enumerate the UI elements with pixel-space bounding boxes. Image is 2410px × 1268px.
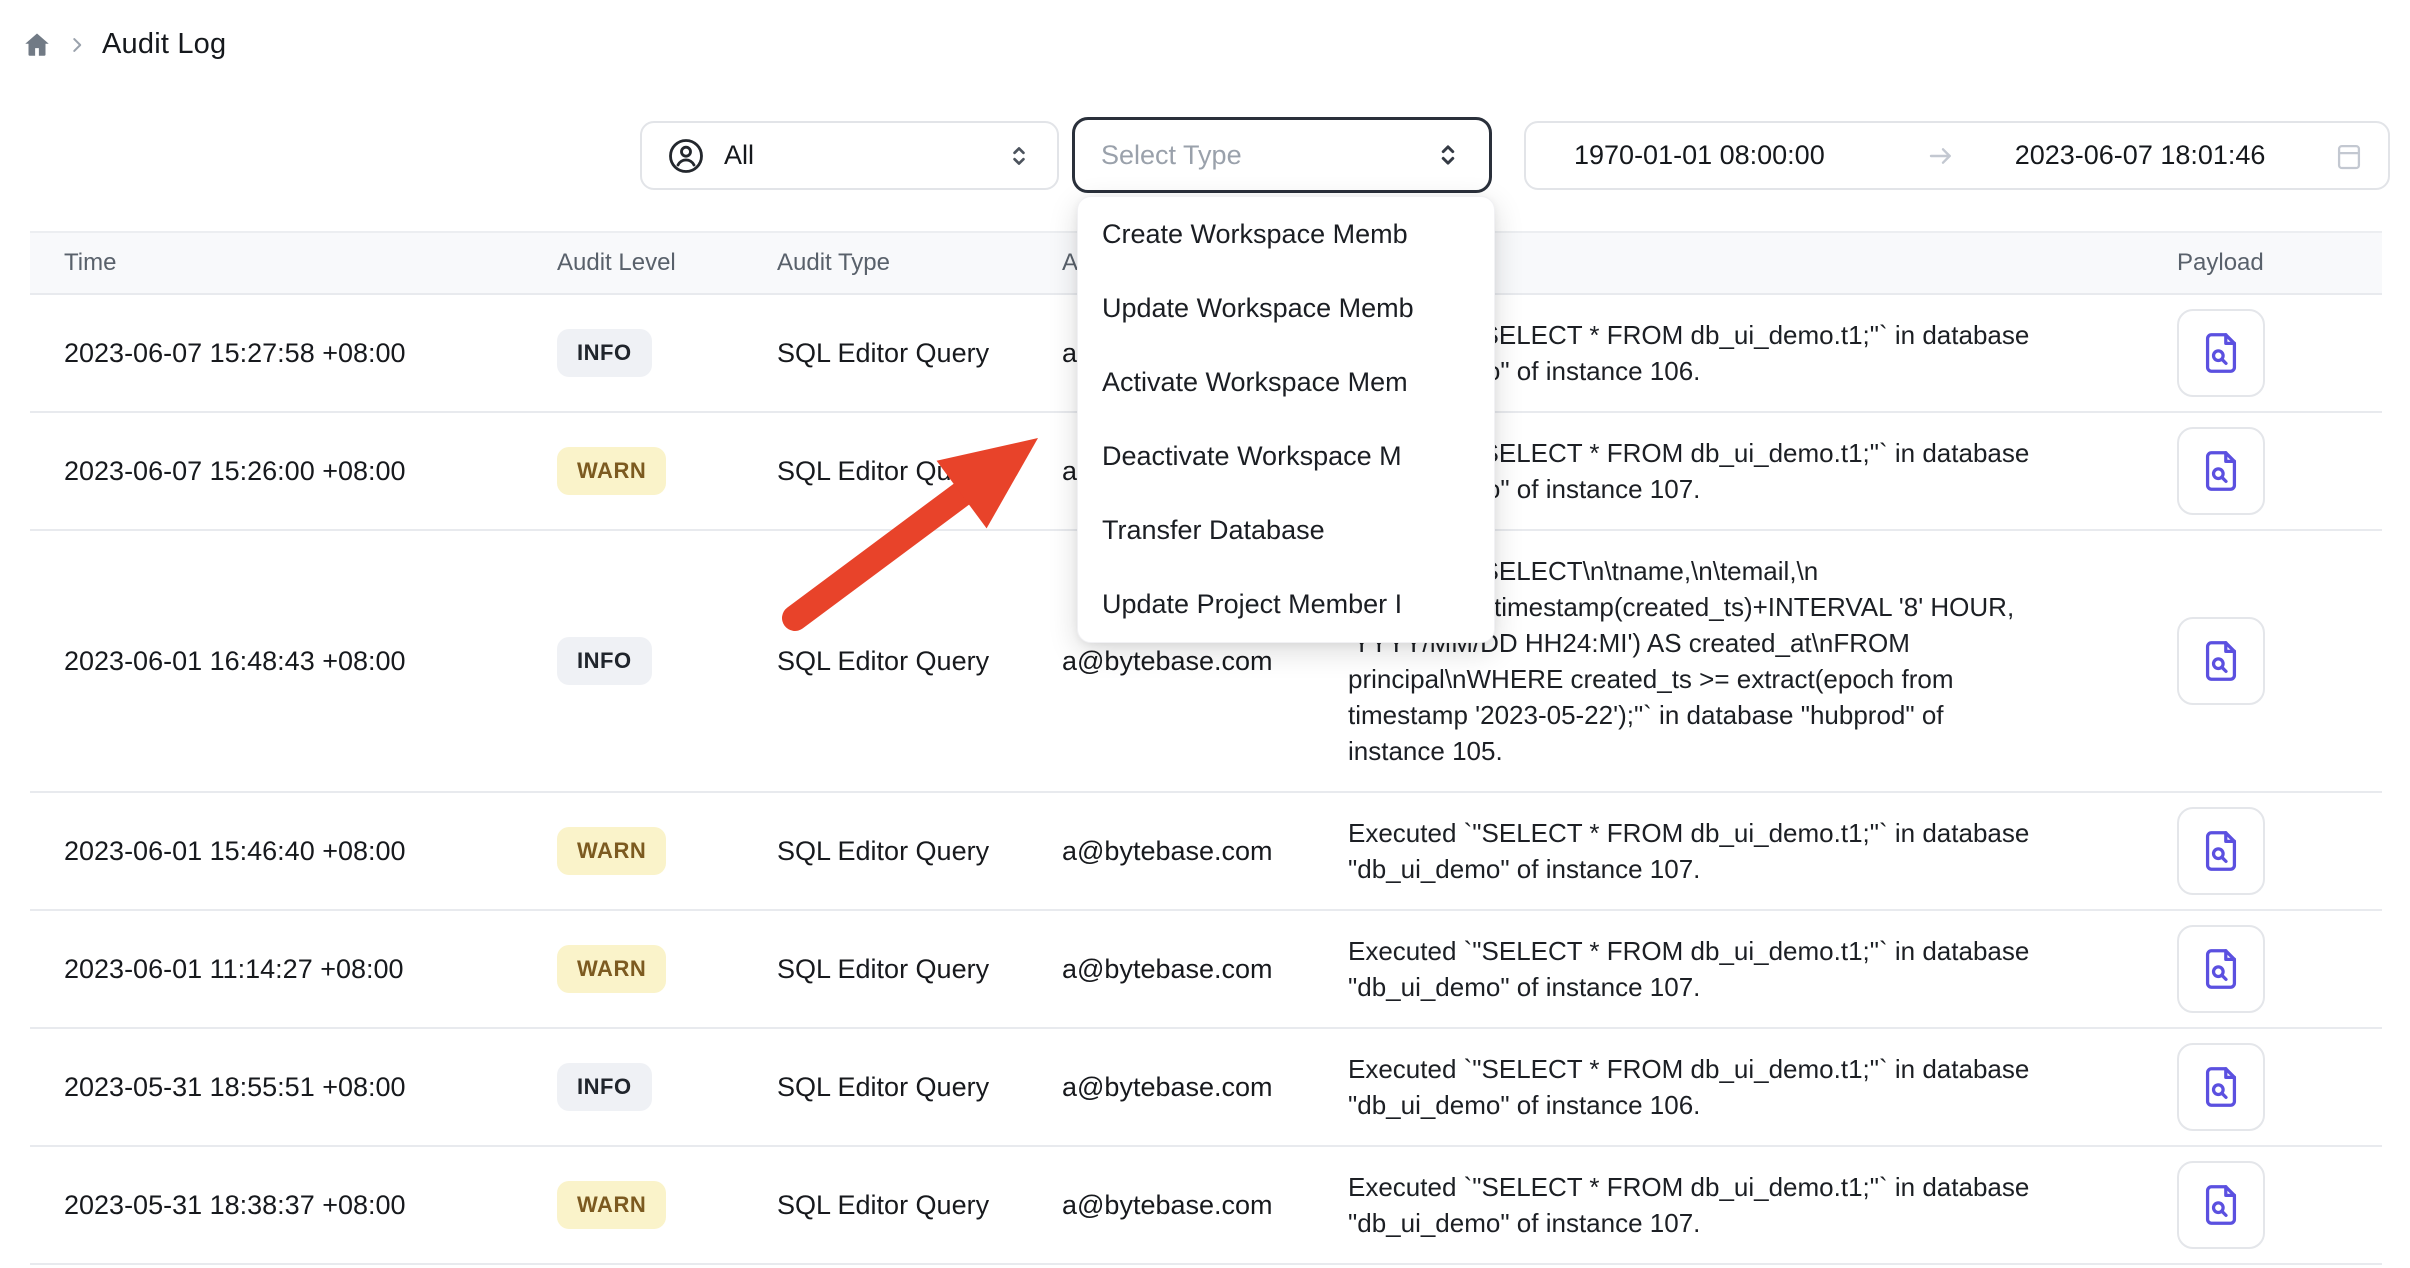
view-payload-button[interactable] [2177, 309, 2265, 397]
file-search-icon [2198, 638, 2244, 684]
column-header-audit-level: Audit Level [557, 249, 777, 277]
audit-level-badge: WARN [557, 945, 666, 993]
column-header-payload: Payload [2177, 249, 2382, 277]
audit-level-badge: WARN [557, 827, 666, 875]
actor-filter-select[interactable]: All [640, 121, 1059, 190]
actor-filter-value: All [724, 140, 754, 171]
file-search-icon [2198, 1064, 2244, 1110]
audit-level-badge: INFO [557, 1063, 652, 1111]
audit-type-cell: SQL Editor Query [777, 456, 1062, 487]
actor-cell: a@bytebase.com [1062, 954, 1348, 985]
type-dropdown-item[interactable]: Activate Workspace Mem [1078, 345, 1494, 419]
file-search-icon [2198, 448, 2244, 494]
actor-cell: a@bytebase.com [1062, 1072, 1348, 1103]
audit-level-badge: INFO [557, 329, 652, 377]
comment-cell: Executed `"SELECT * FROM db_ui_demo.t1;"… [1348, 1147, 2177, 1263]
file-search-icon [2198, 946, 2244, 992]
view-payload-button[interactable] [2177, 807, 2265, 895]
audit-type-cell: SQL Editor Query [777, 1190, 1062, 1221]
view-payload-button[interactable] [2177, 1161, 2265, 1249]
user-circle-icon [666, 136, 706, 176]
table-row: 2023-06-01 11:14:27 +08:00 WARN SQL Edit… [30, 911, 2382, 1029]
file-search-icon [2198, 1182, 2244, 1228]
actor-cell: a@bytebase.com [1062, 1190, 1348, 1221]
type-dropdown-item[interactable]: Deactivate Workspace M [1078, 420, 1494, 494]
date-range-picker[interactable]: 1970-01-01 08:00:00 2023-06-07 18:01:46 [1524, 121, 2390, 190]
arrow-right-icon [1925, 140, 1957, 172]
actor-cell: a@bytebase.com [1062, 836, 1348, 867]
audit-log-page: Audit Log All Select Type 1970-01-01 08:… [0, 0, 2410, 1268]
type-dropdown-item[interactable]: Update Project Member I [1078, 568, 1494, 642]
type-dropdown-item[interactable]: Update Workspace Memb [1078, 271, 1494, 345]
type-filter-placeholder: Select Type [1101, 140, 1242, 171]
actor-cell: a@bytebase.com [1062, 646, 1348, 677]
audit-type-cell: SQL Editor Query [777, 646, 1062, 677]
type-dropdown-item[interactable]: Transfer Database [1078, 494, 1494, 568]
breadcrumb: Audit Log [22, 28, 226, 61]
column-header-audit-type: Audit Type [777, 249, 1062, 277]
view-payload-button[interactable] [2177, 925, 2265, 1013]
time-cell: 2023-06-01 11:14:27 +08:00 [64, 954, 557, 985]
audit-level-badge: WARN [557, 447, 666, 495]
audit-type-cell: SQL Editor Query [777, 954, 1062, 985]
view-payload-button[interactable] [2177, 427, 2265, 515]
time-cell: 2023-06-01 16:48:43 +08:00 [64, 646, 557, 677]
audit-level-badge: WARN [557, 1181, 666, 1229]
view-payload-button[interactable] [2177, 1043, 2265, 1131]
type-dropdown-menu: Create Workspace MembUpdate Workspace Me… [1077, 196, 1495, 643]
audit-type-cell: SQL Editor Query [777, 836, 1062, 867]
file-search-icon [2198, 828, 2244, 874]
file-search-icon [2198, 330, 2244, 376]
updown-chevrons-icon [1433, 140, 1463, 170]
chevron-right-icon [66, 34, 88, 56]
updown-chevrons-icon [1005, 142, 1033, 170]
date-range-end[interactable]: 2023-06-07 18:01:46 [2015, 140, 2266, 171]
audit-type-cell: SQL Editor Query [777, 338, 1062, 369]
view-payload-button[interactable] [2177, 617, 2265, 705]
type-filter-select[interactable]: Select Type [1072, 117, 1492, 193]
column-header-time: Time [64, 249, 557, 277]
table-row: 2023-05-31 18:38:37 +08:00 WARN SQL Edit… [30, 1147, 2382, 1265]
comment-cell: Executed `"SELECT * FROM db_ui_demo.t1;"… [1348, 911, 2177, 1027]
time-cell: 2023-06-01 15:46:40 +08:00 [64, 836, 557, 867]
time-cell: 2023-06-07 15:26:00 +08:00 [64, 456, 557, 487]
table-row: 2023-06-01 15:46:40 +08:00 WARN SQL Edit… [30, 793, 2382, 911]
audit-type-cell: SQL Editor Query [777, 1072, 1062, 1103]
page-title: Audit Log [102, 28, 226, 61]
time-cell: 2023-06-07 15:27:58 +08:00 [64, 338, 557, 369]
time-cell: 2023-05-31 18:55:51 +08:00 [64, 1072, 557, 1103]
comment-cell: Executed `"SELECT * FROM db_ui_demo.t1;"… [1348, 793, 2177, 909]
date-range-start[interactable]: 1970-01-01 08:00:00 [1574, 140, 1825, 171]
table-row: 2023-05-31 18:55:51 +08:00 INFO SQL Edit… [30, 1029, 2382, 1147]
audit-level-badge: INFO [557, 637, 652, 685]
calendar-icon [2332, 139, 2366, 173]
time-cell: 2023-05-31 18:38:37 +08:00 [64, 1190, 557, 1221]
comment-cell: Executed `"SELECT * FROM db_ui_demo.t1;"… [1348, 1029, 2177, 1145]
home-icon[interactable] [22, 30, 52, 60]
type-dropdown-item[interactable]: Create Workspace Memb [1078, 197, 1494, 271]
